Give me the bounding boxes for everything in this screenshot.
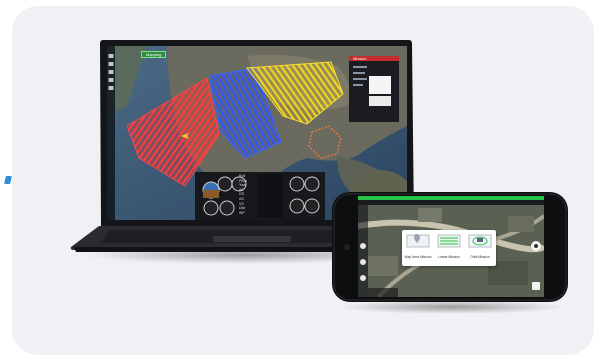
telemetry-label: WP <box>239 210 245 215</box>
laptop-screen: Mapping Mission Roll Pitch Yaw Alt GS AS… <box>107 46 407 220</box>
panel-title: Mission <box>353 56 367 61</box>
option-linear[interactable]: Linear Mission <box>435 232 463 264</box>
option-orbit[interactable]: Orbit Mission <box>466 232 494 264</box>
option-label: Orbit Mission <box>470 255 490 259</box>
option-map-area[interactable]: Map Area Mission <box>404 232 432 264</box>
phone-shadow <box>338 300 566 314</box>
phone-screen: Map Area Mission Linear Mission Orbit Mi… <box>358 196 544 297</box>
linear-mission-icon <box>437 234 461 248</box>
option-label: Map Area Mission <box>404 255 432 259</box>
orbit-mission-icon <box>468 234 492 248</box>
option-label: Linear Mission <box>438 255 460 259</box>
mission-type-dialog: Map Area Mission Linear Mission Orbit Mi… <box>402 230 496 266</box>
telemetry-list: Roll Pitch Yaw Alt GS AS VS Dist WP <box>239 174 263 218</box>
status-chip[interactable]: Mapping <box>141 51 167 58</box>
accent-marker <box>4 176 12 184</box>
map-area-icon <box>406 234 430 248</box>
